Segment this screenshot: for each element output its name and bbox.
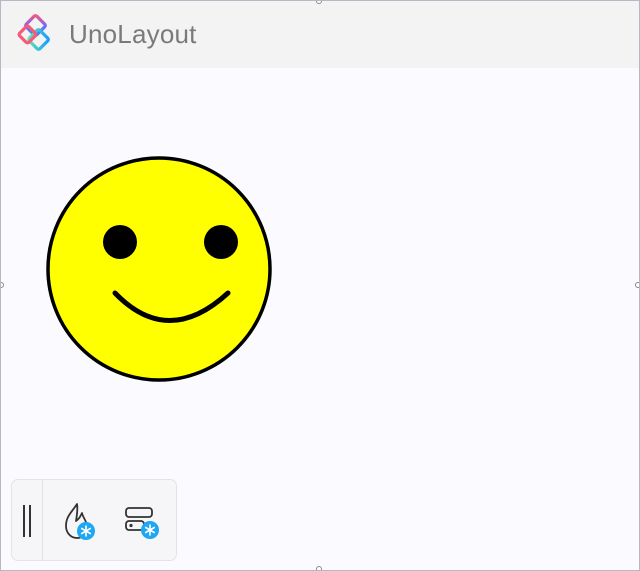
right-eye <box>204 225 238 259</box>
title-bar[interactable]: UnoLayout <box>1 1 639 68</box>
left-eye <box>103 225 137 259</box>
uno-logo-icon <box>17 14 50 51</box>
face-circle <box>46 156 272 382</box>
resize-handle-bottom[interactable] <box>316 566 322 570</box>
app-window: UnoLayout <box>0 0 640 571</box>
dev-toolbar <box>11 479 177 561</box>
resize-handle-right[interactable] <box>635 282 639 288</box>
element-picker-icon[interactable] <box>118 498 164 544</box>
hot-reload-flame-icon[interactable] <box>56 498 102 544</box>
smiley-face <box>46 156 272 382</box>
drag-grip-icon[interactable] <box>12 480 43 560</box>
content-area <box>1 68 639 570</box>
window-title: UnoLayout <box>69 19 197 49</box>
